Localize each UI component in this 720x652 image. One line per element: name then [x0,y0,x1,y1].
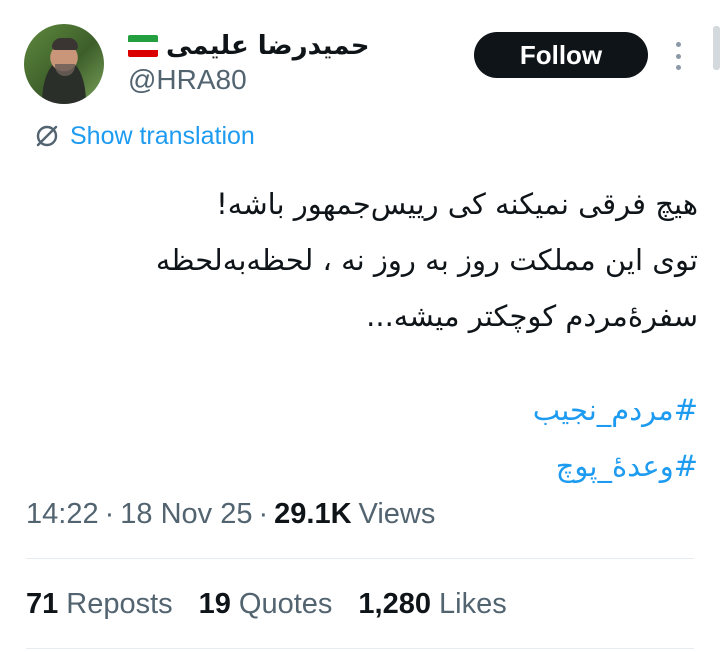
likes-stat[interactable]: 1,280 Likes [358,588,506,621]
more-vertical-icon[interactable] [668,38,688,74]
hashtag-list: #مردم_نجیب #وعدهٔ_پوچ [30,382,698,494]
meta-separator: · [258,497,269,530]
reposts-stat[interactable]: 71 Reposts [26,588,173,621]
scrollbar[interactable] [713,26,720,70]
follow-button[interactable]: Follow [474,32,648,78]
avatar[interactable] [24,24,104,104]
hashtag-link[interactable]: #مردم_نجیب [30,382,698,438]
divider [26,648,694,649]
show-translation-label[interactable]: Show translation [70,122,255,151]
tweet-line: هیچ فرقی نمیکنه کی رییس‌جمهور باشه! [216,187,698,221]
tweet-meta: 14:22 · 18 Nov 25 · 29.1K Views [26,494,435,534]
likes-label: Likes [439,587,507,620]
avatar-hair [52,38,78,50]
tweet-line: توی این مملکت روز به روز نه ، لحظه‌به‌لح… [155,243,698,277]
quotes-stat[interactable]: 19 Quotes [199,588,333,621]
iran-flag-icon [128,35,158,57]
meta-separator: · [104,497,115,530]
author-handle[interactable]: @HRA80 [128,64,247,96]
reposts-count: 71 [26,587,59,620]
tweet-text: هیچ فرقی نمیکنه کی رییس‌جمهور باشه! توی … [30,176,698,344]
views-label: Views [358,497,436,530]
tweet-line: سفرهٔ‌مردم کوچکتر میشه... [366,299,698,333]
likes-count: 1,280 [358,587,431,620]
avatar-beard [55,64,75,76]
show-translation-link[interactable]: Show translation [34,120,255,152]
author-display-name[interactable]: حمیدرضا علیمی [166,31,369,61]
quotes-count: 19 [198,587,231,620]
translate-icon [36,125,58,147]
tweet-date[interactable]: 18 Nov 25 [120,498,252,531]
tweet-stats: 71 Reposts 19 Quotes 1,280 Likes [26,584,507,624]
tweet-time[interactable]: 14:22 [26,498,99,531]
divider [26,558,694,559]
author-name-row[interactable]: حمیدرضا علیمی [128,26,369,66]
hashtag-link[interactable]: #وعدهٔ_پوچ [30,438,698,494]
views-count: 29.1K [274,497,352,530]
quotes-label: Quotes [238,587,333,620]
reposts-label: Reposts [66,587,173,620]
